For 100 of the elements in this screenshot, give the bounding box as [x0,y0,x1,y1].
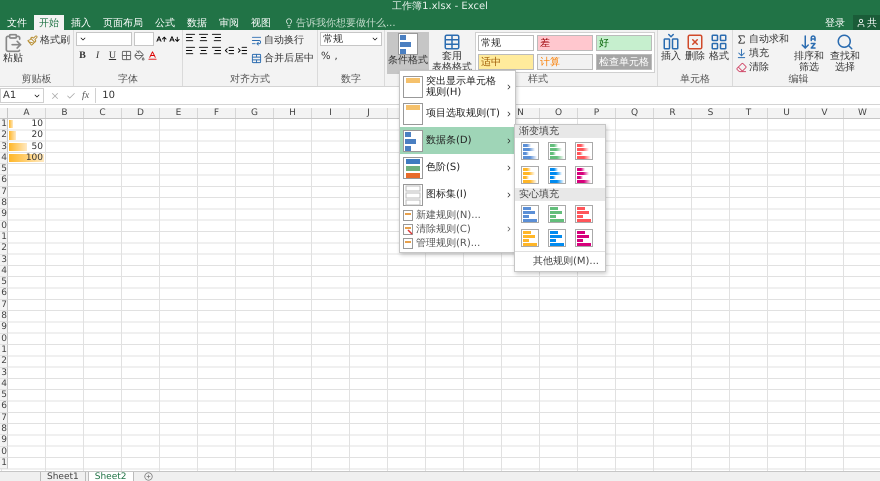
column-header[interactable]: E [160,108,198,118]
column-header[interactable]: C [84,108,122,118]
font-color-icon[interactable] [147,50,158,60]
row-header[interactable]: 9 [0,209,8,221]
row-header[interactable]: 0 [0,446,8,458]
table-cell[interactable]: 10 [8,119,45,130]
row-header[interactable]: 2 [0,130,8,142]
data-bar-icon[interactable] [575,166,593,184]
column-header[interactable]: P [578,108,616,118]
column-header[interactable]: O [540,108,578,118]
row-header[interactable]: 3 [0,368,8,379]
row-header[interactable]: 3 [0,254,8,266]
fill-button[interactable]: 填充 [735,46,790,60]
align-right-icon[interactable] [211,45,222,56]
name-box[interactable]: A1 [0,88,44,103]
data-bar-icon[interactable] [548,142,566,160]
column-header[interactable]: F [198,108,236,118]
column-header[interactable]: U [768,108,806,118]
ribbon-tab[interactable]: 数据 [182,15,212,30]
table-cell[interactable]: 100 [8,152,45,164]
font-size-field[interactable] [134,32,154,46]
row-header[interactable]: 0 [0,334,8,345]
data-bar-icon[interactable] [575,205,593,223]
row-header[interactable]: 1 [0,119,8,130]
share-button[interactable]: 共 [853,15,880,30]
data-bar-icon[interactable] [521,229,539,247]
column-header[interactable]: W [844,108,880,118]
enter-icon[interactable] [66,90,76,100]
clear-button[interactable]: 清除 [735,60,790,74]
percent-button[interactable]: % [320,48,332,64]
menu-item[interactable]: 图标集(I) [400,181,515,208]
column-header[interactable]: T [730,108,768,118]
font-name-field[interactable] [76,32,132,46]
ribbon-tab[interactable]: 公式 [150,15,180,30]
column-header[interactable]: V [806,108,844,118]
column-header[interactable]: S [692,108,730,118]
menu-item[interactable]: 突出显示单元格规则(H) [400,73,515,100]
data-bar-icon[interactable] [548,166,566,184]
table-cell[interactable]: 20 [8,130,45,141]
row-header[interactable]: 8 [0,424,8,436]
autosum-button[interactable]: 自动求和 [735,32,790,46]
align-left-icon[interactable] [185,45,196,56]
row-header[interactable]: 6 [0,175,8,187]
row-header[interactable]: 9 [0,322,8,334]
cell-style[interactable]: 好 [596,35,652,51]
comma-button[interactable]: , [334,48,339,64]
cell-style[interactable]: 差 [537,35,593,51]
cell-style[interactable]: 常规 [478,35,534,51]
column-header[interactable]: H [274,108,312,118]
paste-button[interactable]: 粘贴 [2,32,24,74]
format-painter-button[interactable]: 格式刷 [26,32,71,48]
column-header[interactable]: Q [616,108,654,118]
row-header[interactable]: 5 [0,277,8,288]
row-header[interactable]: 6 [0,401,8,413]
formula-field[interactable]: 10 [95,88,316,103]
top-align-icon[interactable] [185,32,196,43]
column-header[interactable]: D [122,108,160,118]
italic-button[interactable]: I [91,48,104,62]
data-bar-icon[interactable] [548,229,566,247]
ribbon-tab[interactable]: 视图 [246,15,276,30]
grow-font-icon[interactable] [156,34,167,44]
sheet-tab[interactable]: Sheet2 [88,472,134,481]
align-center-icon[interactable] [198,45,209,56]
row-header[interactable]: 2 [0,243,8,255]
ribbon-tab[interactable]: 插入 [66,15,96,30]
middle-align-icon[interactable] [198,32,209,43]
delete-button[interactable]: 删除 [684,32,706,74]
cell-style[interactable]: 适中 [478,54,534,70]
sort-filter-button[interactable]: 排序和筛选 [792,32,826,74]
table-cell[interactable]: 50 [8,142,45,152]
data-bar-icon[interactable] [575,229,593,247]
number-format-field[interactable]: 常规 [320,32,382,46]
menu-item[interactable]: 管理规则(R)... [400,236,515,250]
row-header[interactable]: 0 [0,220,8,232]
column-header[interactable]: B [46,108,84,118]
indent-increase-icon[interactable] [237,45,248,56]
ribbon-tab[interactable]: 页面布局 [98,15,148,30]
sign-in-link[interactable]: 登录 [821,16,849,30]
menu-item[interactable]: 清除规则(C) [400,222,515,236]
row-header[interactable]: 2 [0,356,8,368]
data-bar-icon[interactable] [575,142,593,160]
row-header[interactable]: 5 [0,164,8,176]
menu-item[interactable]: 色阶(S) [400,154,515,181]
row-header[interactable]: 8 [0,311,8,322]
row-header[interactable]: 1 [0,232,8,244]
row-header[interactable]: 8 [0,198,8,210]
bottom-align-icon[interactable] [211,32,222,43]
ribbon-tab[interactable]: 文件 [2,15,32,30]
row-header[interactable]: 4 [0,378,8,390]
wrap-text-button[interactable]: 自动换行 [250,32,315,48]
row-header[interactable]: 3 [0,142,8,153]
tell-me-field[interactable]: 告诉我你想要做什么... [296,16,396,30]
fill-color-icon[interactable] [134,50,145,60]
data-bar-icon[interactable] [521,166,539,184]
indent-decrease-icon[interactable] [224,45,235,56]
row-header[interactable]: 5 [0,390,8,402]
data-bar-icon[interactable] [521,205,539,223]
column-header[interactable]: I [312,108,350,118]
underline-button[interactable]: U [106,48,119,62]
menu-item[interactable]: 数据条(D) [400,127,515,154]
